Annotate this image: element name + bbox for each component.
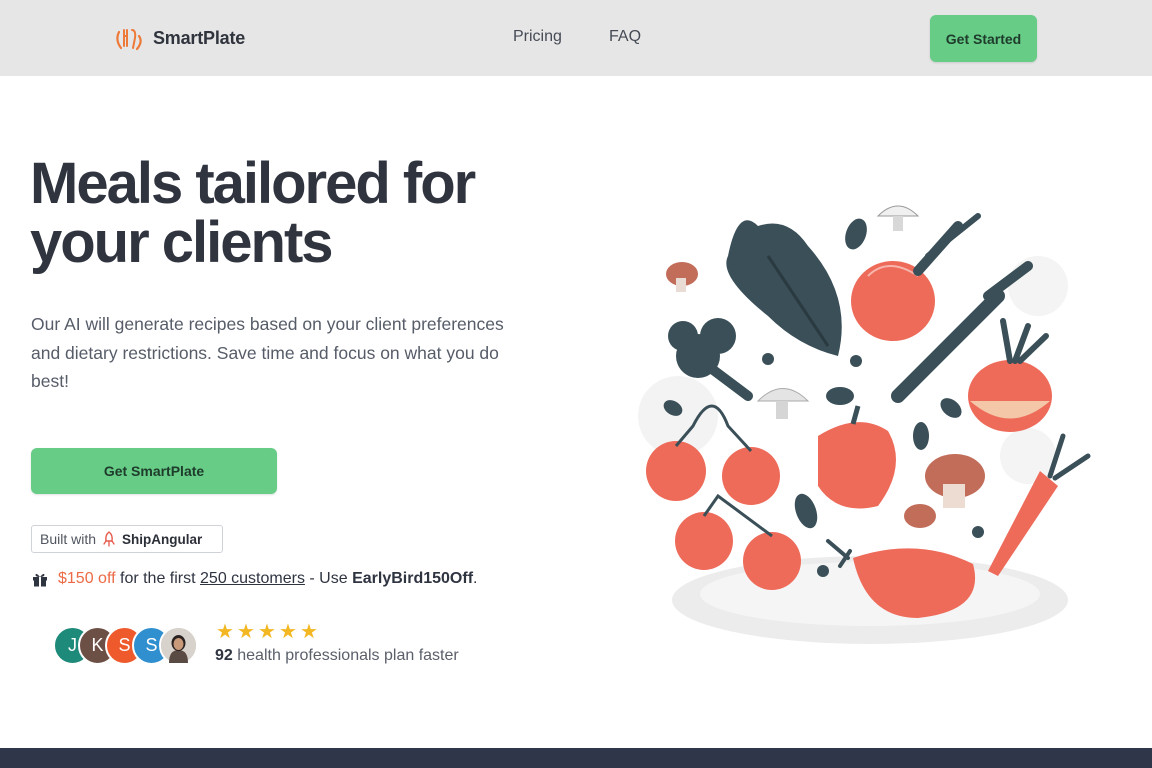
nav-link-pricing[interactable]: Pricing — [513, 28, 562, 46]
promo-customers-link[interactable]: 250 customers — [200, 570, 305, 588]
get-smartplate-button[interactable]: Get SmartPlate — [31, 448, 277, 494]
top-navbar: SmartPlate Pricing FAQ Get Started — [0, 0, 1152, 76]
get-started-button[interactable]: Get Started — [930, 15, 1037, 62]
promo-text-end: . — [473, 570, 478, 587]
nav-item-pricing[interactable]: Pricing — [513, 28, 562, 46]
promo-code: EarlyBird150Off — [352, 570, 474, 587]
avatar-initial: J — [68, 635, 77, 655]
built-with-prefix: Built with — [40, 531, 97, 547]
professional-count: 92 — [215, 647, 233, 664]
hero-title: Meals tailored for your clients — [30, 154, 590, 272]
vegetables-illustration — [638, 205, 1091, 644]
nav-item-faq[interactable]: FAQ — [609, 28, 641, 46]
brand-logo[interactable]: SmartPlate — [113, 22, 245, 54]
rating-block: ★ ★ ★ ★ ★ 92 health professionals plan f… — [215, 622, 459, 665]
gift-icon — [33, 573, 47, 587]
hero-title-line2: your clients — [30, 210, 334, 275]
promo-text-dash: - Use — [304, 570, 353, 587]
star-icon: ★ — [216, 621, 234, 643]
brand-name: SmartPlate — [153, 27, 246, 48]
star-icon: ★ — [279, 621, 297, 643]
avatar-initial: S — [145, 635, 158, 655]
hero-description: Our AI will generate recipes based on yo… — [31, 314, 504, 391]
star-icon: ★ — [300, 621, 318, 643]
hero-title-line1: Meals tailored for — [30, 151, 476, 216]
rocket-icon — [103, 531, 115, 547]
star-icon: ★ — [237, 621, 255, 643]
avatar-photo — [159, 626, 198, 665]
promo-text-middle: for the first — [115, 570, 201, 587]
promo-discount: $150 off — [58, 570, 116, 587]
nav-link-faq[interactable]: FAQ — [609, 28, 641, 46]
star-rating: ★ ★ ★ ★ ★ — [215, 622, 459, 642]
smartplate-logo-icon — [116, 29, 142, 51]
built-with-badge[interactable]: Built with ShipAngular — [31, 525, 223, 553]
avatar-initial: K — [91, 635, 104, 655]
footer-section — [0, 748, 1152, 768]
star-icon: ★ — [258, 621, 276, 643]
built-with-brand: ShipAngular — [122, 531, 203, 547]
rating-caption: 92 health professionals plan faster — [215, 647, 459, 665]
rating-caption-text: health professionals plan faster — [232, 647, 459, 664]
avatar-initial: S — [118, 635, 131, 655]
person-photo-icon — [161, 628, 196, 663]
promo-banner: $150 off for the first 250 customers - U… — [31, 570, 477, 588]
